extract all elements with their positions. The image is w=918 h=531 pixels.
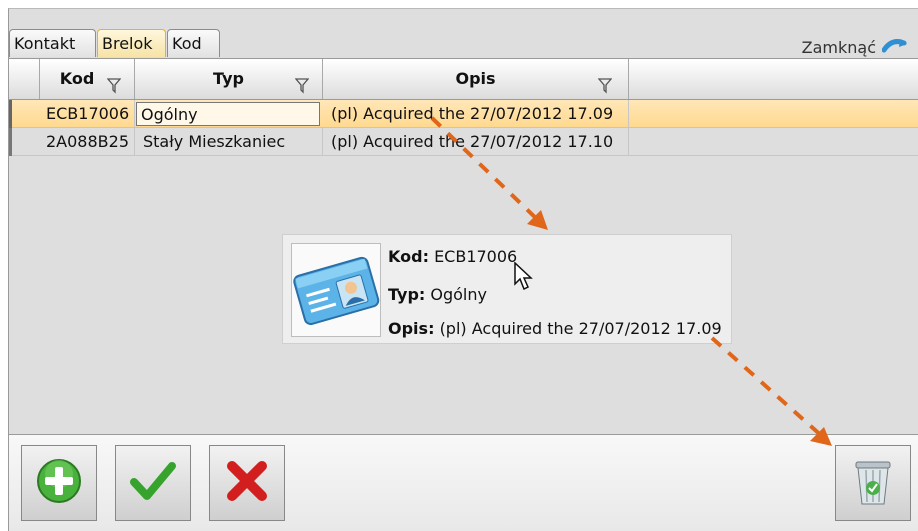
delete-button[interactable]: [835, 445, 911, 521]
cell-kod: ECB17006: [40, 100, 135, 128]
tooltip-kod-value: ECB17006: [434, 247, 518, 266]
brelok-table: Kod Typ Opis ECB17006 Ogólny (pl) Acquir…: [9, 58, 918, 168]
filter-icon[interactable]: [597, 69, 613, 94]
tab-label: Kod: [172, 34, 202, 53]
confirm-button[interactable]: [115, 445, 191, 521]
tooltip-opis: Opis: (pl) Acquired the 27/07/2012 17.09: [388, 319, 722, 338]
tooltip-kod-label: Kod:: [388, 247, 429, 266]
mouse-cursor-icon: [514, 261, 534, 294]
tooltip-opis-label: Opis:: [388, 319, 435, 338]
tooltip-kod: Kod: ECB17006: [388, 247, 517, 266]
check-icon: [128, 456, 178, 510]
add-button[interactable]: [21, 445, 97, 521]
row-indicator: [9, 100, 12, 128]
tooltip-typ-value: Ogólny: [430, 285, 487, 304]
filter-icon[interactable]: [106, 69, 122, 94]
column-label: Opis: [455, 69, 496, 88]
card-icon: [291, 243, 381, 337]
tab-bar: Kontakt Brelok Kod Zamknąć: [9, 21, 918, 59]
close-label: Zamknąć: [801, 37, 876, 57]
tab-brelok[interactable]: Brelok: [97, 29, 166, 57]
row-header-corner: [9, 59, 40, 99]
x-icon: [222, 456, 272, 510]
cell-kod: 2A088B25: [40, 128, 135, 156]
column-header-kod[interactable]: Kod: [40, 59, 135, 99]
table-header: Kod Typ Opis: [9, 58, 918, 100]
drag-preview-card: Kod: ECB17006 Typ: Ogólny Opis: (pl) Acq…: [282, 234, 732, 344]
trash-icon: [850, 454, 896, 512]
bottom-toolbar: [9, 434, 918, 531]
tooltip-opis-value: (pl) Acquired the 27/07/2012 17.09: [439, 319, 722, 338]
table-row[interactable]: 2A088B25 Stały Mieszkaniec (pl) Acquired…: [9, 128, 918, 156]
cell-opis: (pl) Acquired the 27/07/2012 17.10: [323, 128, 629, 156]
column-label: Typ: [213, 69, 244, 88]
filter-icon[interactable]: [294, 69, 310, 94]
cell-typ: Stały Mieszkaniec: [135, 128, 323, 156]
plus-circle-icon: [34, 456, 84, 510]
tooltip-typ: Typ: Ogólny: [388, 285, 487, 304]
close-link[interactable]: Zamknąć: [802, 37, 908, 57]
table-row[interactable]: ECB17006 Ogólny (pl) Acquired the 27/07/…: [9, 100, 918, 128]
tab-label: Brelok: [102, 34, 153, 53]
tab-label: Kontakt: [14, 34, 76, 53]
cell-opis: (pl) Acquired the 27/07/2012 17.09: [323, 100, 629, 128]
column-header-typ[interactable]: Typ: [135, 59, 323, 99]
cancel-button[interactable]: [209, 445, 285, 521]
tab-kontakt[interactable]: Kontakt: [9, 29, 96, 57]
tooltip-typ-label: Typ:: [388, 285, 426, 304]
cell-typ: Ogólny: [136, 102, 320, 126]
column-header-opis[interactable]: Opis: [323, 59, 629, 99]
app-panel: Kontakt Brelok Kod Zamknąć Kod Typ Opis …: [8, 8, 918, 531]
column-label: Kod: [59, 69, 95, 88]
row-indicator: [9, 128, 12, 156]
close-arrow-icon: [881, 37, 908, 57]
tab-kod[interactable]: Kod: [167, 29, 220, 57]
